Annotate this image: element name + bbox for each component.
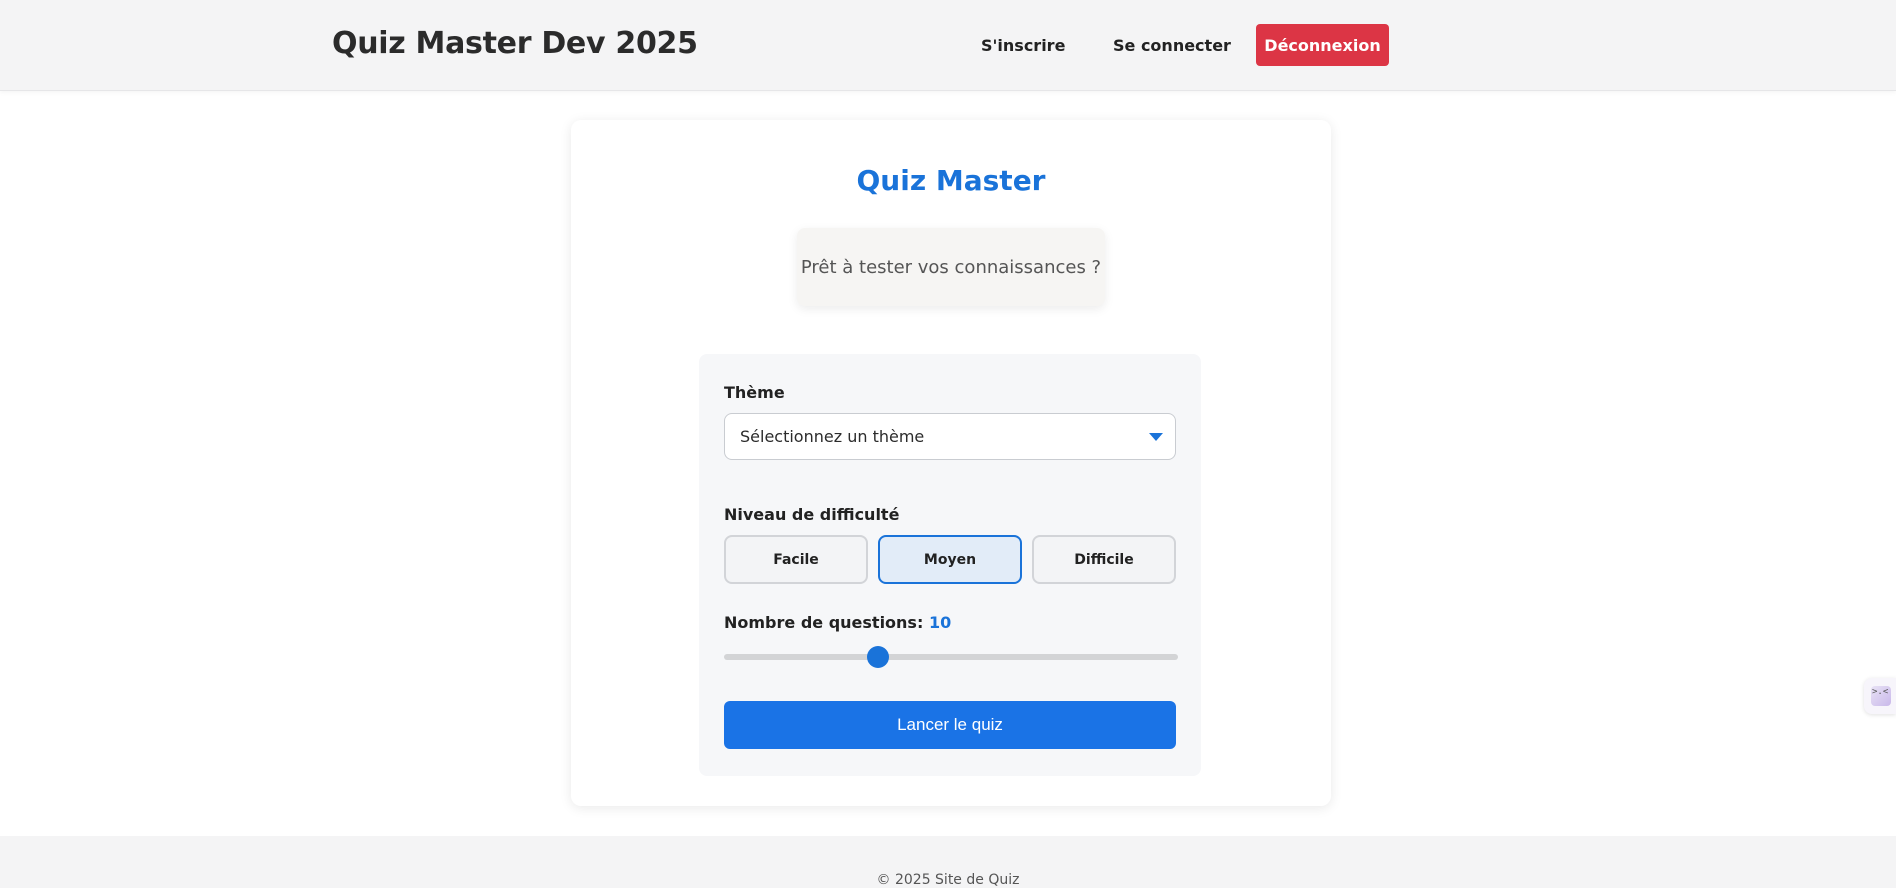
signup-link[interactable]: S'inscrire (981, 36, 1065, 55)
slider-thumb[interactable] (867, 646, 890, 668)
theme-select[interactable]: Sélectionnez un thème (724, 413, 1176, 460)
difficulty-easy-button[interactable]: Facile (724, 535, 868, 584)
login-link[interactable]: Se connecter (1113, 36, 1231, 55)
start-quiz-button[interactable]: Lancer le quiz (724, 701, 1176, 749)
quiz-title: Quiz Master (856, 164, 1046, 197)
difficulty-label: Niveau de difficulté (724, 505, 900, 524)
quiz-card: Quiz Master Prêt à tester vos connaissan… (571, 120, 1331, 806)
site-brand[interactable]: Quiz Master Dev 2025 (332, 26, 698, 61)
difficulty-hard-button[interactable]: Difficile (1032, 535, 1176, 584)
intro-text: Prêt à tester vos connaissances ? (800, 256, 1102, 278)
top-navbar: Quiz Master Dev 2025 S'inscrire Se conne… (0, 0, 1896, 91)
question-count-text: Nombre de questions: (724, 613, 924, 632)
intro-message: Prêt à tester vos connaissances ? (797, 228, 1105, 306)
footer-copyright: © 2025 Site de Quiz (876, 872, 1020, 888)
side-extension-widget[interactable]: >.< (1864, 678, 1896, 714)
page-footer: © 2025 Site de Quiz (0, 836, 1896, 888)
quiz-settings-form: Thème Sélectionnez un thème Niveau de di… (699, 354, 1201, 776)
theme-select-value: Sélectionnez un thème (740, 427, 925, 446)
difficulty-medium-button[interactable]: Moyen (878, 535, 1022, 584)
caret-down-icon (1149, 433, 1163, 441)
question-count-slider[interactable] (724, 646, 1178, 668)
question-count-value: 10 (928, 613, 952, 632)
logout-button[interactable]: Déconnexion (1256, 24, 1389, 66)
question-count-label: Nombre de questions: 10 (724, 613, 951, 632)
theme-label: Thème (724, 383, 785, 402)
extension-widget-icon: >.< (1871, 686, 1891, 706)
